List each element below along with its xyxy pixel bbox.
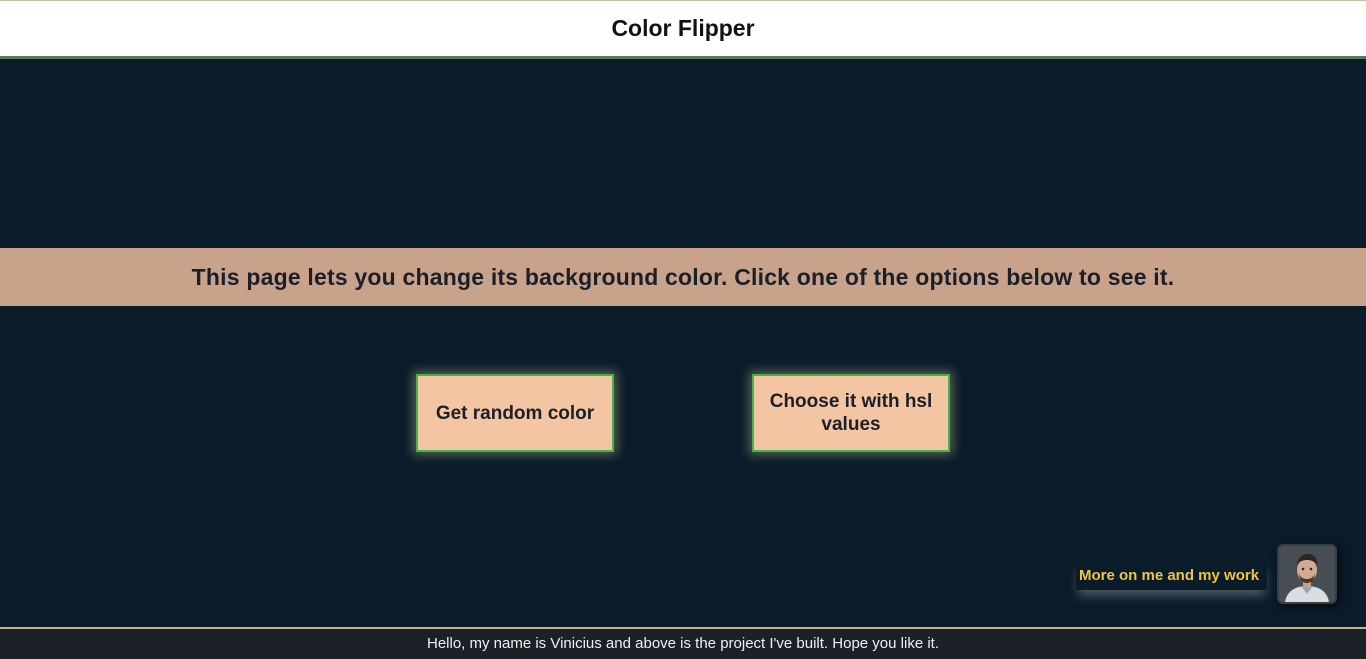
page-footer: Hello, my name is Vinicius and above is … [0,627,1366,659]
page-title: Color Flipper [611,15,755,41]
choose-hsl-button[interactable]: Choose it with hsl values [752,374,950,452]
more-on-me-label: More on me and my work [1079,566,1260,584]
main-area [0,61,1366,627]
footer-text: Hello, my name is Vinicius and above is … [426,634,939,652]
page-header: Color Flipper [0,0,1366,59]
description-banner: This page lets you change its background… [0,248,1366,306]
get-random-color-button[interactable]: Get random color [416,374,614,452]
more-on-me-link[interactable]: More on me and my work [1076,560,1268,590]
avatar-portrait [1279,546,1335,602]
person-avatar-icon[interactable] [1277,544,1337,604]
description-text: This page lets you change its background… [191,263,1175,290]
